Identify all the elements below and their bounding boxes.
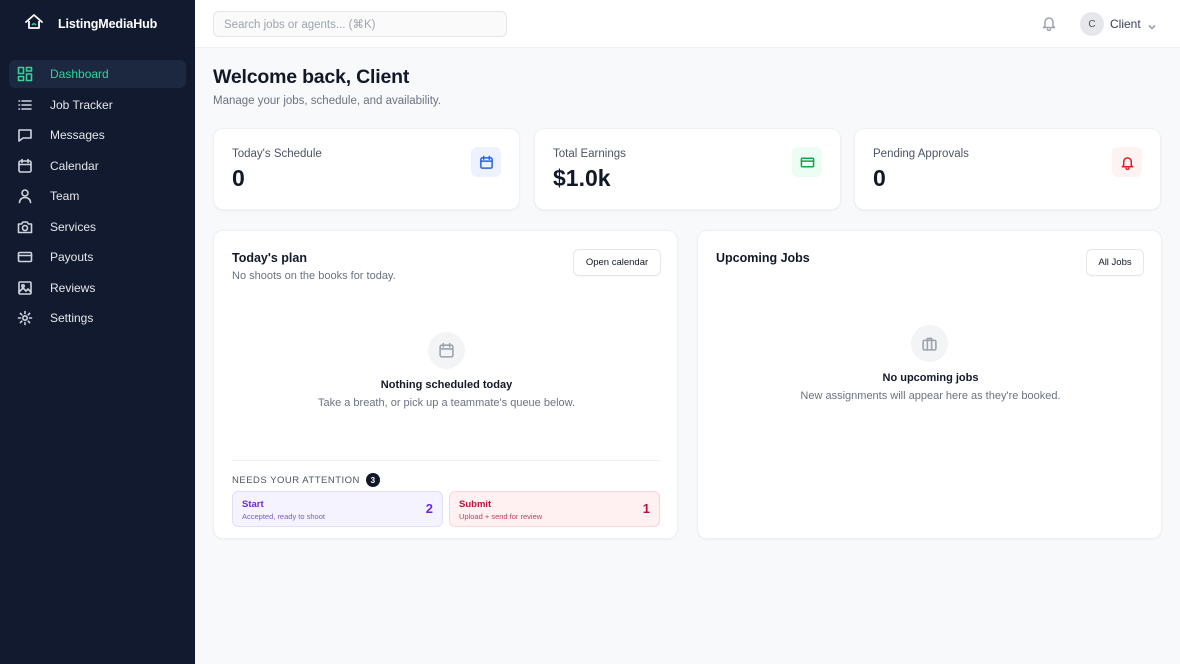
brand[interactable]: ListingMediaHub — [24, 12, 158, 37]
sidebar-item-label: Calendar — [50, 158, 99, 173]
user-icon — [17, 188, 33, 204]
queue-count: 2 — [425, 501, 433, 516]
stat-value: 0 — [873, 165, 886, 191]
calendar-icon — [471, 147, 501, 177]
panel-title: Today's plan — [232, 251, 307, 265]
chevron-down-icon — [1147, 19, 1157, 30]
gear-icon — [17, 310, 33, 326]
sidebar-item-job-tracker[interactable]: Job Tracker — [9, 91, 186, 119]
stat-card-earnings: Total Earnings $1.0k — [534, 128, 841, 210]
queue-title: Start — [242, 499, 264, 510]
search-input[interactable]: Search jobs or agents... (⌘K) — [213, 11, 507, 37]
empty-state-title: Nothing scheduled today — [380, 379, 513, 391]
panel-title: Upcoming Jobs — [716, 251, 810, 265]
sidebar-nav: Dashboard Job Tracker Messages Calendar … — [9, 60, 186, 335]
sidebar-item-reviews[interactable]: Reviews — [9, 274, 186, 302]
attention-label: NEEDS YOUR ATTENTION — [232, 474, 360, 486]
credit-card-icon — [17, 249, 33, 265]
camera-icon — [17, 219, 33, 235]
credit-card-icon — [792, 147, 822, 177]
divider — [232, 460, 659, 461]
queue-card-submit[interactable]: Submit Upload + send for review 1 — [449, 491, 660, 527]
dashboard-grid-icon — [17, 66, 33, 82]
stat-value: 0 — [232, 165, 245, 191]
stat-card-approvals: Pending Approvals 0 — [854, 128, 1161, 210]
attention-count-badge: 3 — [365, 473, 380, 487]
upcoming-jobs-panel: Upcoming Jobs All Jobs No upcoming jobs … — [697, 230, 1162, 539]
stat-card-schedule: Today's Schedule 0 — [213, 128, 520, 210]
stat-value: $1.0k — [553, 165, 611, 191]
user-menu[interactable]: C Client — [1080, 12, 1157, 36]
brand-name: ListingMediaHub — [58, 17, 158, 31]
stat-label: Total Earnings — [553, 148, 626, 160]
calendar-icon — [428, 332, 465, 369]
sidebar-item-label: Reviews — [50, 280, 96, 295]
notifications-bell-icon[interactable] — [1041, 15, 1057, 32]
attention-header: NEEDS YOUR ATTENTION 3 — [232, 473, 380, 487]
page-subtitle: Manage your jobs, schedule, and availabi… — [213, 95, 442, 107]
queue-subtitle: Accepted, ready to shoot — [242, 512, 325, 521]
sidebar-item-label: Dashboard — [50, 67, 109, 81]
empty-state-subtitle: New assignments will appear here as they… — [800, 390, 1061, 402]
message-icon — [17, 127, 33, 143]
user-name: Client — [1110, 17, 1141, 31]
queue-title: Submit — [459, 499, 492, 510]
open-calendar-button[interactable]: Open calendar — [573, 249, 661, 276]
sidebar-item-messages[interactable]: Messages — [9, 121, 186, 149]
sidebar: ListingMediaHub Dashboard Job Tracker Me… — [0, 0, 195, 664]
queue-card-start[interactable]: Start Accepted, ready to shoot 2 — [232, 491, 443, 527]
sidebar-item-team[interactable]: Team — [9, 182, 186, 210]
empty-state-title: No upcoming jobs — [882, 372, 979, 384]
calendar-icon — [17, 158, 33, 174]
queue-count: 1 — [642, 501, 650, 516]
sidebar-item-label: Payouts — [50, 250, 94, 264]
stat-label: Pending Approvals — [873, 148, 969, 160]
sidebar-item-label: Job Tracker — [50, 97, 113, 112]
sidebar-item-label: Settings — [50, 311, 94, 325]
empty-state-subtitle: Take a breath, or pick up a teammate's q… — [317, 397, 576, 409]
bell-icon — [1112, 147, 1142, 177]
image-icon — [17, 280, 33, 296]
page-title: Welcome back, Client — [213, 66, 410, 88]
sidebar-item-settings[interactable]: Settings — [9, 304, 186, 332]
stat-label: Today's Schedule — [232, 148, 322, 160]
sidebar-item-services[interactable]: Services — [9, 213, 186, 241]
house-logo-icon — [24, 12, 44, 37]
queue-subtitle: Upload + send for review — [459, 512, 543, 521]
all-jobs-button[interactable]: All Jobs — [1086, 249, 1144, 276]
briefcase-icon — [911, 325, 948, 362]
list-icon — [17, 97, 33, 113]
avatar: C — [1080, 12, 1104, 36]
topbar: Search jobs or agents... (⌘K) C Client — [195, 0, 1180, 48]
sidebar-item-calendar[interactable]: Calendar — [9, 152, 186, 180]
sidebar-item-label: Team — [50, 189, 80, 203]
panel-subtitle: No shoots on the books for today. — [232, 270, 396, 282]
sidebar-item-label: Messages — [50, 128, 105, 142]
sidebar-item-label: Services — [50, 219, 97, 234]
sidebar-item-payouts[interactable]: Payouts — [9, 243, 186, 271]
todays-plan-panel: Today's plan No shoots on the books for … — [213, 230, 678, 539]
sidebar-item-dashboard[interactable]: Dashboard — [9, 60, 186, 88]
